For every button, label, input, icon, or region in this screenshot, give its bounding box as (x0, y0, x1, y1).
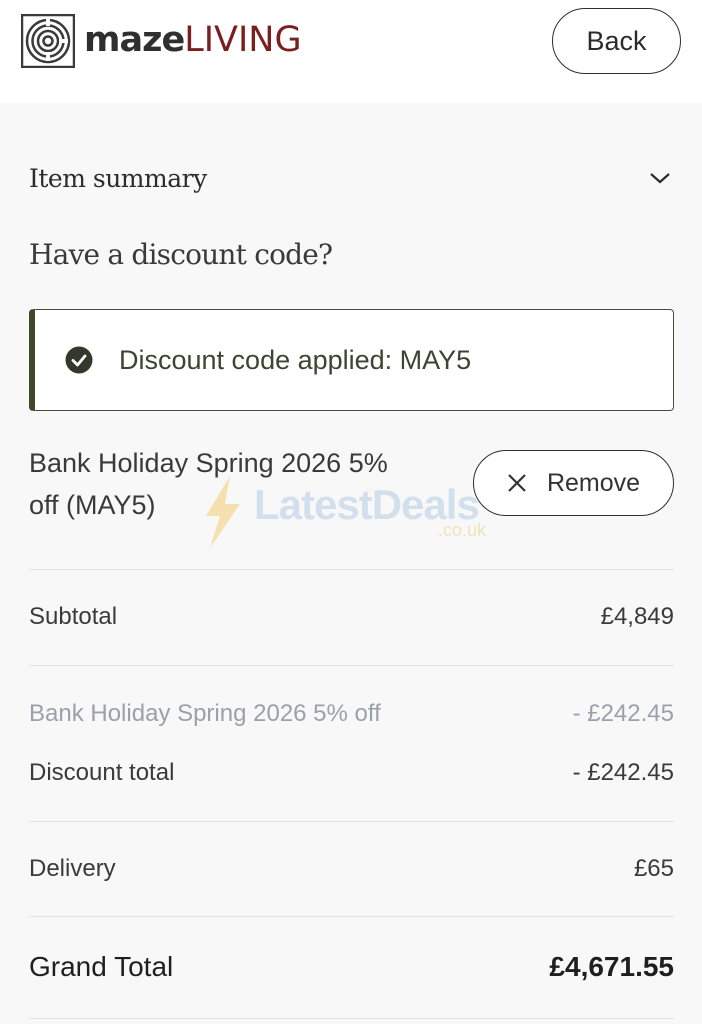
subtotal-label: Subtotal (29, 603, 118, 630)
back-button[interactable]: Back (552, 8, 681, 74)
discount-code-heading: Have a discount code? (29, 238, 333, 271)
maze-logo-icon (21, 13, 75, 68)
header: mazeLIVING Back (0, 0, 702, 103)
grand-total-label: Grand Total (29, 951, 174, 982)
lightning-bolt-icon (206, 476, 240, 548)
divider (29, 821, 674, 822)
check-circle-icon (65, 346, 93, 374)
delivery-label: Delivery (29, 855, 116, 882)
divider (29, 1018, 674, 1019)
discount-applied-alert: Discount code applied: MAY5 (29, 309, 674, 411)
watermark: LatestDeals .co.uk (200, 476, 486, 548)
discount-applied-message: Discount code applied: MAY5 (119, 344, 472, 375)
grand-total-value: £4,671.55 (549, 951, 674, 982)
logo-maze-text: maze (84, 20, 185, 60)
discount-total-value: - £242.45 (572, 759, 674, 786)
discount-total-label: Discount total (29, 759, 175, 786)
chevron-down-icon[interactable] (648, 170, 672, 186)
divider (29, 569, 674, 570)
discount-line-value: - £242.45 (572, 700, 674, 727)
divider (29, 665, 674, 666)
remove-label: Remove (546, 468, 641, 497)
logo-living-text: LIVING (184, 20, 302, 60)
delivery-value: £65 (633, 855, 674, 882)
divider (29, 916, 674, 917)
watermark-suffix: .co.uk (438, 520, 487, 540)
close-icon (508, 474, 526, 492)
discount-line-label: Bank Holiday Spring 2026 5% off (29, 700, 381, 727)
remove-discount-button[interactable]: Remove (473, 450, 674, 516)
item-summary-toggle[interactable]: Item summary (29, 164, 207, 193)
logo-wordmark: mazeLIVING (84, 23, 302, 58)
brand-logo[interactable]: mazeLIVING (21, 13, 302, 68)
subtotal-value: £4,849 (600, 603, 674, 630)
